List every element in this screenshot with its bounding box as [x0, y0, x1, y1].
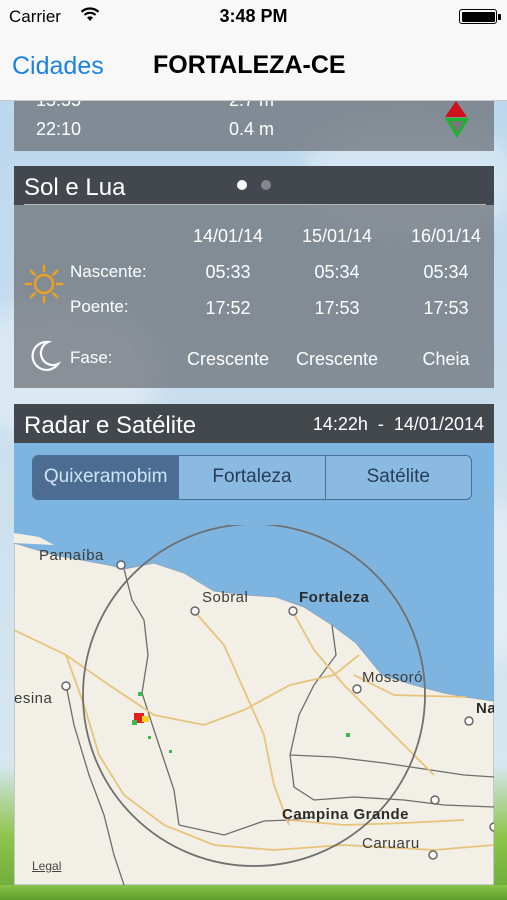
sunrise-2: 05:34 [314, 262, 360, 282]
status-bar: Carrier 3:48 PM [0, 0, 507, 34]
map-label-parnaiba: Parnaíba [39, 547, 104, 564]
sunrise-label: Nascente: [70, 262, 147, 281]
map-label-campina-grande: Campina Grande [282, 806, 410, 823]
phase-label: Fase: [70, 348, 113, 367]
radar-header: Radar e Satélite 14:22h - 14/01/2014 [14, 404, 494, 443]
tide-time-2: 22:10 [36, 119, 82, 139]
battery-icon [459, 9, 501, 24]
map-label-mossoro: Mossoró [362, 669, 424, 686]
page-dot-inactive[interactable] [261, 180, 271, 190]
tide-rising-icon [445, 101, 467, 117]
sunset-1: 17:52 [205, 298, 251, 318]
radar-map[interactable] [14, 525, 494, 885]
map-label-caruaru: Caruaru [362, 835, 420, 852]
sun-moon-title: Sol e Lua [24, 174, 126, 201]
map-label-fortaleza: Fortaleza [299, 589, 370, 606]
radar-segmented-control[interactable]: Quixeramobim Fortaleza Satélite [32, 455, 472, 500]
sunset-label: Poente: [70, 297, 129, 316]
tide-falling-icon [445, 118, 469, 138]
sunrise-3: 05:34 [423, 262, 469, 282]
tide-height-2: 0.4 m [229, 119, 275, 139]
date-1: 14/01/14 [192, 226, 264, 246]
sun-moon-panel[interactable]: Sol e Lua 14/01/14 15/01/14 16/01/14 Nas… [14, 166, 494, 388]
navigation-bar: Cidades FORTALEZA-CE [0, 34, 507, 101]
back-button-cidades[interactable]: Cidades [12, 52, 104, 81]
phase-1: Crescente [186, 349, 270, 369]
radar-timestamp: 14:22h - 14/01/2014 [312, 414, 484, 434]
segment-fortaleza[interactable]: Fortaleza [178, 456, 324, 499]
header-divider [24, 204, 486, 205]
sun-icon [24, 264, 64, 304]
map-label-teresina: esina [14, 690, 53, 707]
map-label-sobral: Sobral [202, 589, 249, 606]
date-3: 16/01/14 [410, 226, 482, 246]
phase-2: Crescente [295, 349, 379, 369]
grass-background [0, 885, 507, 900]
date-2: 15/01/14 [301, 226, 373, 246]
segment-satelite[interactable]: Satélite [324, 456, 471, 499]
sunrise-1: 05:33 [205, 262, 251, 282]
moon-icon [31, 340, 62, 371]
map-label-natal: Na [476, 700, 494, 717]
radar-panel: Radar e Satélite 14:22h - 14/01/2014 Qui… [14, 404, 494, 885]
radar-body: Quixeramobim Fortaleza Satélite Parnaíba… [14, 443, 494, 885]
clock: 3:48 PM [219, 6, 288, 26]
sunset-3: 17:53 [423, 298, 469, 318]
phase-3: Cheia [422, 349, 470, 369]
page-title: FORTALEZA-CE [153, 51, 346, 79]
segment-quixeramobim[interactable]: Quixeramobim [33, 456, 179, 499]
page-dot-active[interactable] [237, 180, 247, 190]
sunset-2: 17:53 [314, 298, 360, 318]
sun-moon-header: Sol e Lua [14, 166, 494, 205]
radar-title: Radar e Satélite [24, 412, 197, 439]
map-legal-link[interactable]: Legal [32, 859, 61, 873]
